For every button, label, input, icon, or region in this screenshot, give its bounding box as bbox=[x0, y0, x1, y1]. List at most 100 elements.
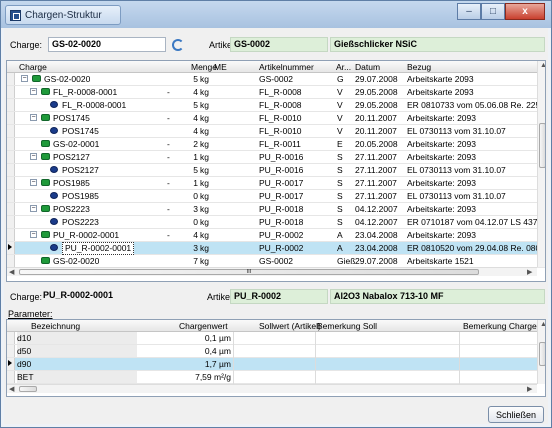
art-cell: G bbox=[337, 74, 344, 84]
parameter-row[interactable]: d50 0,4 µm bbox=[7, 345, 545, 358]
parameter-value-cell[interactable]: 0,1 µm bbox=[147, 332, 231, 345]
row-header[interactable] bbox=[7, 190, 15, 202]
row-header[interactable] bbox=[7, 242, 15, 254]
row-header[interactable] bbox=[7, 73, 15, 85]
collapse-toggle-icon[interactable]: − bbox=[30, 205, 37, 212]
tree-row[interactable]: − POS2223 - 3 kg PU_R-0018 S 04.12.2007 Arbeitsk… bbox=[7, 203, 545, 216]
parameter-value-cell[interactable]: 7,59 m²/g bbox=[147, 371, 231, 384]
close-button[interactable]: Schließen bbox=[488, 406, 544, 423]
row-header[interactable] bbox=[7, 358, 15, 370]
title-bar[interactable]: Chargen-Struktur – □ x bbox=[1, 1, 551, 28]
row-header[interactable] bbox=[7, 125, 15, 137]
batch-icon bbox=[41, 88, 50, 95]
tree-row[interactable]: POS2223 0 kg PU_R-0018 S 04.12.2007 ER 0710187… bbox=[7, 216, 545, 229]
row-header[interactable] bbox=[7, 203, 15, 215]
row-header[interactable] bbox=[7, 216, 15, 228]
param-scroll-up-icon[interactable]: ▲ bbox=[540, 321, 545, 328]
datum-cell: 23.04.2008 bbox=[355, 243, 398, 253]
row-header[interactable] bbox=[7, 99, 15, 111]
dash-cell: - bbox=[167, 230, 170, 240]
datum-cell: 27.11.2007 bbox=[355, 165, 397, 175]
column-divider bbox=[315, 358, 316, 371]
minimize-button[interactable]: – bbox=[457, 3, 481, 20]
param-scroll-right-icon[interactable]: ▶ bbox=[527, 385, 532, 393]
parameter-row[interactable]: BET 7,59 m²/g bbox=[7, 371, 545, 384]
parameter-row[interactable]: d90 1,7 µm bbox=[7, 358, 545, 371]
collapse-toggle-icon[interactable]: − bbox=[30, 153, 37, 160]
charge-input[interactable]: GS-02-0020 bbox=[48, 37, 166, 52]
tree-vertical-scrollbar[interactable]: ▲ bbox=[537, 61, 545, 267]
param-scroll-left-icon[interactable]: ◀ bbox=[9, 385, 14, 393]
tree-row[interactable]: POS1985 0 kg PU_R-0017 S 27.11.2007 EL 0730113… bbox=[7, 190, 545, 203]
collapse-toggle-icon[interactable]: − bbox=[21, 75, 28, 82]
param-hscroll-thumb[interactable] bbox=[19, 386, 37, 392]
tree-row[interactable]: FL_R-0008-0001 5 kg FL_R-0008 V 29.05.2008 ER … bbox=[7, 99, 545, 112]
col-art[interactable]: Ar... bbox=[336, 62, 351, 72]
collapse-toggle-icon[interactable]: − bbox=[30, 114, 37, 121]
col-datum[interactable]: Datum bbox=[355, 62, 380, 72]
parameter-value-cell[interactable]: 1,7 µm bbox=[147, 358, 231, 371]
col-chargenwert[interactable]: Chargenwert bbox=[179, 321, 228, 331]
tree-row[interactable]: GS-02-0001 - 2 kg FL_R-0011 E 20.05.2008 Arbeit… bbox=[7, 138, 545, 151]
row-header[interactable] bbox=[7, 164, 15, 176]
tree-row[interactable]: − POS1745 - 4 kg FL_R-0010 V 20.11.2007 Arbeitsk… bbox=[7, 112, 545, 125]
col-me[interactable]: ME bbox=[214, 62, 227, 72]
tree-row[interactable]: − PU_R-0002-0001 - 4 kg PU_R-0002 A 23.04.2008 A… bbox=[7, 229, 545, 242]
refresh-icon[interactable] bbox=[172, 39, 184, 51]
tree-row[interactable]: POS1745 4 kg FL_R-0010 V 20.11.2007 EL 0730113… bbox=[7, 125, 545, 138]
col-bemerkung-soll[interactable]: Bemerkung Soll bbox=[317, 321, 377, 331]
row-header[interactable] bbox=[7, 255, 15, 267]
param-vscroll-thumb[interactable] bbox=[539, 342, 545, 366]
tree-row[interactable]: PU_R-0002-0001 3 kg PU_R-0002 A 23.04.2008 ER … bbox=[7, 242, 545, 255]
col-bemerkung-charge[interactable]: Bemerkung Charge bbox=[463, 321, 537, 331]
collapse-toggle-icon[interactable]: − bbox=[30, 88, 37, 95]
row-header[interactable] bbox=[7, 151, 15, 163]
bezug-cell: EL 0730113 vom 31.10.07 bbox=[407, 126, 506, 136]
row-header[interactable] bbox=[7, 86, 15, 98]
parameter-value-cell[interactable]: 0,4 µm bbox=[147, 345, 231, 358]
row-header[interactable] bbox=[7, 229, 15, 241]
parameter-grid[interactable]: Bezeichnung Chargenwert Sollwert (Artike… bbox=[6, 319, 546, 397]
tree-hscroll-thumb[interactable]: III bbox=[19, 269, 479, 275]
datum-cell: 27.11.2007 bbox=[355, 178, 397, 188]
col-artikelnummer[interactable]: Artikelnummer bbox=[259, 62, 314, 72]
tree-vscroll-thumb[interactable] bbox=[539, 123, 545, 168]
maximize-button[interactable]: □ bbox=[481, 3, 505, 20]
tree-row[interactable]: − FL_R-0008-0001 - 4 kg FL_R-0008 V 29.05.2008 A… bbox=[7, 86, 545, 99]
tree-row[interactable]: − POS2127 - 1 kg PU_R-0016 S 27.11.2007 Arbeitsk… bbox=[7, 151, 545, 164]
datum-cell: 04.12.2007 bbox=[355, 204, 398, 214]
tree-row[interactable]: − POS1985 - 1 kg PU_R-0017 S 27.11.2007 Arbeitsk… bbox=[7, 177, 545, 190]
column-divider bbox=[315, 371, 316, 384]
me-cell: kg bbox=[200, 152, 209, 162]
col-bezug[interactable]: Bezug bbox=[407, 62, 431, 72]
row-header[interactable] bbox=[7, 332, 15, 344]
parameter-row[interactable]: d10 0,1 µm bbox=[7, 332, 545, 345]
row-header[interactable] bbox=[7, 177, 15, 189]
datum-cell: 29.07.2008 bbox=[355, 74, 398, 84]
tree-row[interactable]: − GS-02-0020 5 kg GS-0002 G 29.07.2008 Arbeitsk… bbox=[7, 73, 545, 86]
row-header[interactable] bbox=[7, 371, 15, 383]
charge-cell: POS1745 bbox=[62, 126, 99, 136]
scroll-up-icon[interactable]: ▲ bbox=[540, 62, 545, 69]
tree-row[interactable]: POS2127 5 kg PU_R-0016 S 27.11.2007 EL 0730113… bbox=[7, 164, 545, 177]
param-vertical-scrollbar[interactable]: ▲ bbox=[537, 320, 545, 384]
collapse-toggle-icon[interactable]: − bbox=[30, 179, 37, 186]
artikel-cell: PU_R-0017 bbox=[259, 178, 304, 188]
row-header[interactable] bbox=[7, 345, 15, 357]
charge-tree-grid[interactable]: Charge Menge ME Artikelnummer Ar... Datu… bbox=[6, 60, 546, 282]
close-window-button[interactable]: x bbox=[505, 3, 545, 20]
datum-cell: 27.11.2007 bbox=[355, 152, 397, 162]
scroll-left-icon[interactable]: ◀ bbox=[9, 268, 14, 276]
collapse-toggle-icon[interactable]: − bbox=[30, 231, 37, 238]
charge-cell: GS-02-0001 bbox=[53, 139, 100, 149]
row-header[interactable] bbox=[7, 138, 15, 150]
scroll-right-icon[interactable]: ▶ bbox=[527, 268, 532, 276]
col-sollwert[interactable]: Sollwert (Artikel) bbox=[259, 321, 321, 331]
tree-horizontal-scrollbar[interactable]: ◀ III ▶ bbox=[7, 267, 537, 276]
title-tab: Chargen-Struktur bbox=[5, 5, 121, 25]
window-controls: – □ x bbox=[457, 3, 545, 20]
col-charge[interactable]: Charge bbox=[19, 62, 47, 72]
col-bezeichnung[interactable]: Bezeichnung bbox=[31, 321, 80, 331]
param-horizontal-scrollbar[interactable]: ◀ ▶ bbox=[7, 384, 537, 393]
row-header[interactable] bbox=[7, 112, 15, 124]
